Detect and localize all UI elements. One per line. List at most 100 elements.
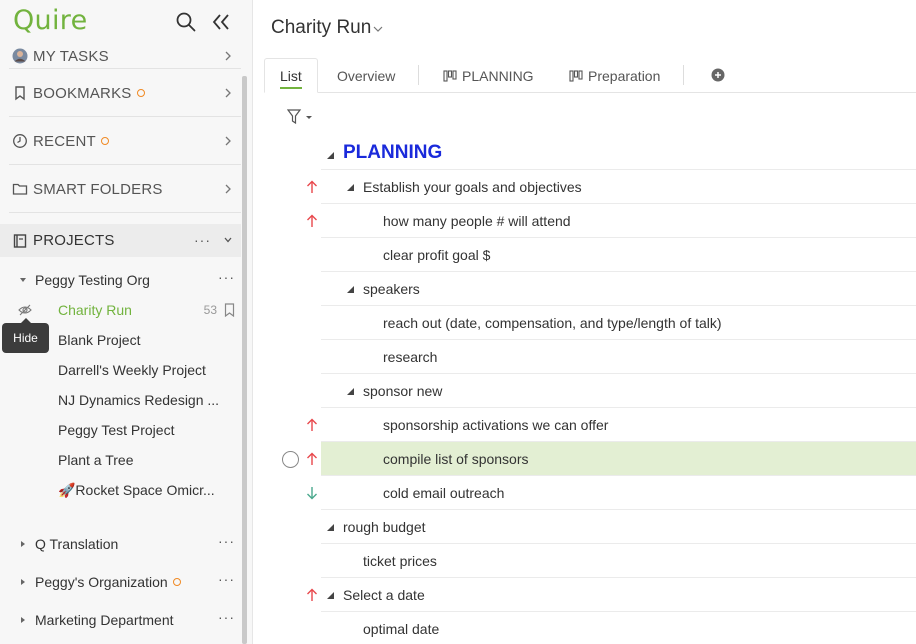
project-plant-a-tree[interactable]: Plant a Tree	[0, 445, 241, 475]
nav-recent[interactable]: RECENT	[0, 119, 241, 163]
caret-right-icon[interactable]	[19, 616, 27, 624]
board-icon	[569, 69, 583, 82]
nav-label: RECENT	[33, 132, 96, 150]
project-charity-run[interactable]: Charity Run 53	[0, 295, 241, 325]
add-view-icon[interactable]	[711, 68, 725, 82]
task-name[interactable]: optimal date	[363, 621, 439, 637]
task-row[interactable]: Establish your goals and objectives	[321, 170, 916, 204]
divider	[683, 65, 684, 85]
more-icon[interactable]: ···	[218, 533, 235, 549]
task-row[interactable]: ticket prices	[321, 544, 916, 578]
chevron-right-icon	[225, 88, 231, 98]
task-name[interactable]: speakers	[363, 281, 420, 297]
complete-task-checkbox[interactable]	[282, 451, 299, 468]
divider	[9, 212, 241, 213]
caret-down-icon[interactable]	[327, 524, 334, 531]
view-tabs: List Overview PLANNING Preparation	[264, 58, 916, 93]
chevron-right-icon	[225, 136, 231, 146]
folder-icon	[12, 183, 28, 195]
priority-high-icon[interactable]	[306, 418, 318, 432]
divider	[9, 116, 241, 117]
sidebar-scrollbar[interactable]	[242, 76, 247, 644]
more-icon[interactable]: ···	[218, 269, 235, 285]
task-name[interactable]: ticket prices	[363, 553, 437, 569]
task-row[interactable]: compile list of sponsors	[321, 442, 916, 476]
project-darrells-weekly[interactable]: Darrell's Weekly Project	[0, 355, 241, 385]
quire-logo[interactable]: Quire	[13, 5, 87, 36]
more-icon[interactable]: ···	[218, 571, 235, 587]
tab-overview[interactable]: Overview	[337, 58, 395, 93]
task-row[interactable]: research	[321, 340, 916, 374]
bookmark-icon[interactable]	[224, 303, 235, 317]
project-title[interactable]: Charity Run	[271, 17, 371, 39]
task-name[interactable]: clear profit goal $	[383, 247, 490, 263]
task-name[interactable]: PLANNING	[343, 142, 442, 164]
more-icon[interactable]: ···	[218, 609, 235, 625]
priority-high-icon[interactable]	[306, 214, 318, 228]
task-row[interactable]: clear profit goal $	[321, 238, 916, 272]
project-nj-dynamics[interactable]: NJ Dynamics Redesign ...	[0, 385, 241, 415]
caret-down-icon[interactable]	[347, 388, 354, 395]
task-name[interactable]: Establish your goals and objectives	[363, 179, 582, 195]
task-row[interactable]: rough budget	[321, 510, 916, 544]
caret-down-icon[interactable]	[327, 152, 334, 159]
nav-projects[interactable]: PROJECTS ···	[0, 224, 241, 257]
task-name[interactable]: cold email outreach	[383, 485, 504, 501]
org-peggys-organization[interactable]: Peggy's Organization ···	[0, 567, 241, 597]
org-peggy-testing-org[interactable]: Peggy Testing Org ···	[0, 265, 241, 295]
task-name[interactable]: how many people # will attend	[383, 213, 571, 229]
task-name[interactable]: sponsorship activations we can offer	[383, 417, 608, 433]
task-row[interactable]: Select a date	[321, 578, 916, 612]
caret-down-icon[interactable]	[347, 286, 354, 293]
org-name: Marketing Department	[35, 612, 174, 628]
task-row[interactable]: reach out (date, compensation, and type/…	[321, 306, 916, 340]
project-rocket-space[interactable]: 🚀Rocket Space Omicr...	[0, 475, 241, 505]
task-name[interactable]: reach out (date, compensation, and type/…	[383, 315, 722, 331]
task-name[interactable]: research	[383, 349, 437, 365]
more-icon[interactable]: ···	[194, 232, 211, 248]
task-row[interactable]: optimal date	[321, 612, 916, 644]
project-peggy-test[interactable]: Peggy Test Project	[0, 415, 241, 445]
main-panel: Charity Run List Overview PLANNING Prepa…	[254, 0, 916, 644]
filter-icon[interactable]	[287, 109, 317, 125]
task-row[interactable]: cold email outreach	[321, 476, 916, 510]
org-q-translation[interactable]: Q Translation ···	[0, 529, 241, 559]
tab-list[interactable]: List	[264, 58, 318, 93]
task-row[interactable]: how many people # will attend	[321, 204, 916, 238]
caret-right-icon[interactable]	[19, 578, 27, 586]
eye-hide-icon[interactable]	[18, 304, 32, 316]
priority-low-icon[interactable]	[306, 486, 318, 500]
org-name: Q Translation	[35, 536, 119, 552]
tab-label: PLANNING	[462, 67, 534, 84]
caret-down-icon[interactable]	[347, 184, 354, 191]
task-name[interactable]: sponsor new	[363, 383, 442, 399]
priority-high-icon[interactable]	[306, 452, 318, 466]
task-count: 53	[203, 303, 217, 317]
nav-bookmarks[interactable]: BOOKMARKS	[0, 71, 241, 115]
caret-right-icon[interactable]	[19, 540, 27, 548]
chevron-down-icon[interactable]	[223, 233, 233, 247]
chevron-down-icon[interactable]	[373, 24, 383, 34]
tab-preparation[interactable]: Preparation	[569, 58, 660, 93]
task-row[interactable]: sponsor new	[321, 374, 916, 408]
tab-label: Preparation	[588, 67, 661, 84]
project-name: Blank Project	[58, 332, 141, 348]
org-name: Peggy Testing Org	[35, 272, 150, 288]
collapse-sidebar-icon[interactable]	[210, 11, 232, 33]
priority-high-icon[interactable]	[306, 180, 318, 194]
task-name[interactable]: compile list of sponsors	[383, 451, 529, 467]
task-name[interactable]: rough budget	[343, 519, 426, 535]
task-name[interactable]: Select a date	[343, 587, 425, 603]
caret-down-icon[interactable]	[19, 276, 27, 284]
org-marketing-department[interactable]: Marketing Department ···	[0, 605, 241, 635]
caret-down-icon[interactable]	[327, 592, 334, 599]
unread-dot	[136, 89, 145, 97]
tab-planning[interactable]: PLANNING	[443, 58, 534, 93]
search-icon[interactable]	[175, 11, 197, 33]
project-name: Peggy Test Project	[58, 422, 175, 438]
task-row[interactable]: sponsorship activations we can offer	[321, 408, 916, 442]
nav-smart-folders[interactable]: SMART FOLDERS	[0, 167, 241, 211]
section-heading[interactable]: PLANNING	[321, 136, 916, 170]
task-row[interactable]: speakers	[321, 272, 916, 306]
priority-high-icon[interactable]	[306, 588, 318, 602]
